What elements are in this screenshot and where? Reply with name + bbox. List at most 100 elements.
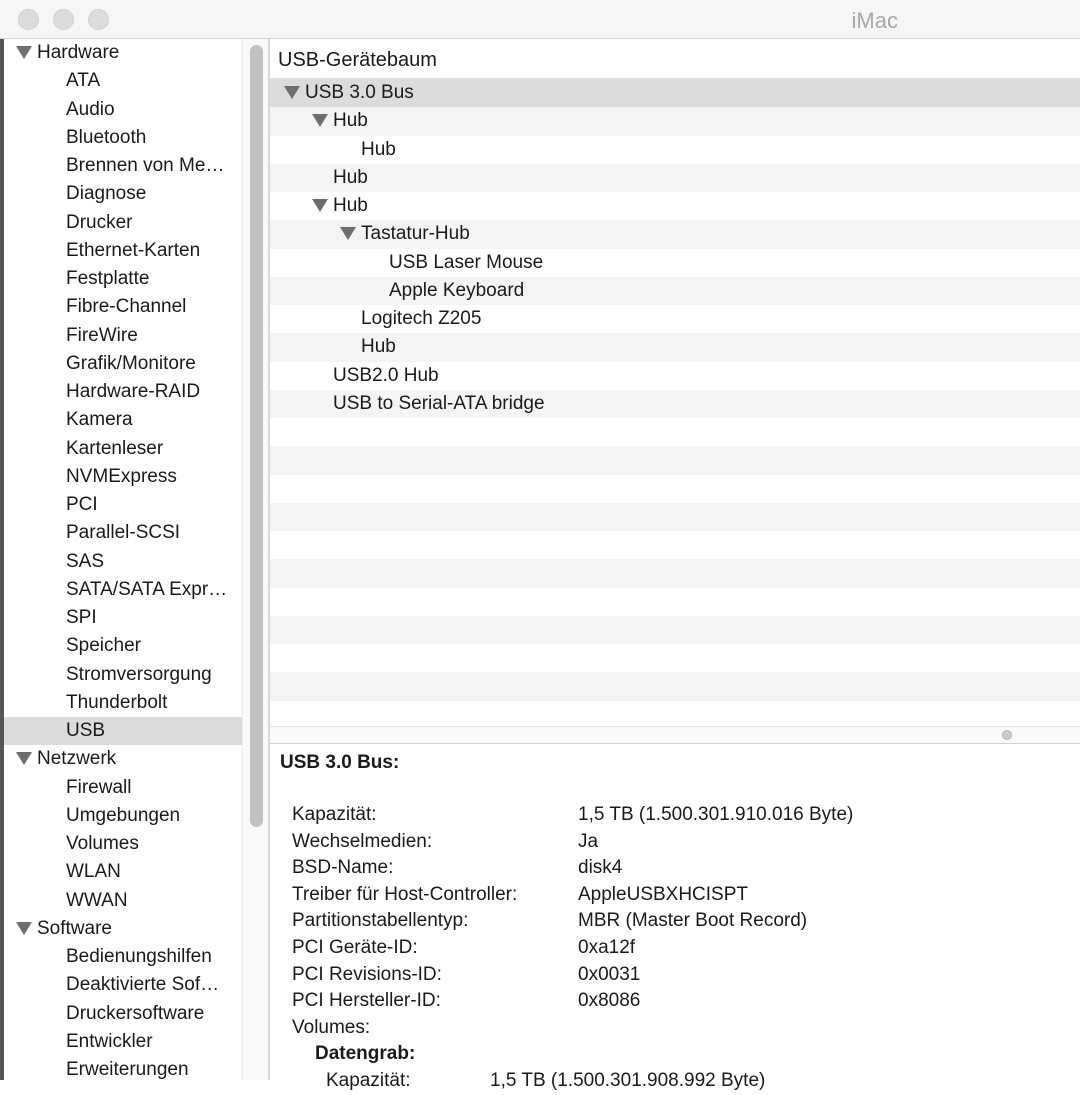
sidebar-item[interactable]: Drucker: [4, 209, 242, 237]
sidebar-item[interactable]: Kamera: [4, 406, 242, 434]
sidebar-item[interactable]: Speicher: [4, 632, 242, 660]
sidebar-item-label: Netzwerk: [37, 748, 117, 770]
sidebar-item[interactable]: Audio: [4, 96, 242, 124]
detail-property: Wechselmedien: Ja: [280, 829, 1080, 856]
sidebar-item[interactable]: Parallel-SCSI: [4, 519, 242, 547]
property-key: Kapazität:: [326, 1069, 411, 1091]
sidebar-item[interactable]: Bluetooth: [4, 124, 242, 152]
tree-header: USB-Gerätebaum: [270, 39, 1080, 79]
tree-empty-row: [270, 502, 1080, 531]
sidebar-item[interactable]: SAS: [4, 548, 242, 576]
sidebar-item[interactable]: ATA: [4, 67, 242, 95]
sidebar: Hardware ATA Audio Bluetooth Brennen von Me……: [4, 39, 242, 1080]
sidebar-item[interactable]: Ethernet-Karten: [4, 237, 242, 265]
tree-row[interactable]: Apple Keyboard: [270, 276, 1080, 305]
detail-property: PCI Revisions-ID: 0x0031: [280, 962, 1080, 989]
sidebar-item[interactable]: Volumes: [4, 830, 242, 858]
sidebar-item-label: Brennen von Me…: [66, 155, 225, 176]
disclosure-triangle-icon[interactable]: [16, 46, 32, 59]
tree-row[interactable]: Hub: [270, 192, 1080, 220]
tree-row[interactable]: Logitech Z205: [270, 305, 1080, 333]
sidebar-item[interactable]: Grafik/Monitore: [4, 350, 242, 378]
sidebar-item[interactable]: Deaktivierte Sof…: [4, 971, 242, 999]
sidebar-item[interactable]: Stromversorgung: [4, 661, 242, 689]
property-key: BSD-Name:: [292, 857, 394, 879]
tree-row-label: Hub: [333, 110, 368, 132]
sidebar-category[interactable]: Hardware: [4, 39, 242, 67]
sidebar-item-label: WLAN: [66, 861, 121, 883]
disclosure-triangle-icon[interactable]: [312, 199, 328, 212]
property-value: 0x8086: [578, 990, 641, 1012]
sidebar-item[interactable]: WLAN: [4, 858, 242, 886]
sidebar-item-label: SPI: [66, 607, 97, 628]
sidebar-item[interactable]: Umgebungen: [4, 802, 242, 830]
tree-empty-row: [270, 672, 1080, 701]
tree-row-label: Hub: [333, 195, 368, 216]
property-value: AppleUSBXHCISPT: [578, 883, 749, 905]
tree-empty-row: [270, 588, 1080, 616]
sidebar-item-label: Grafik/Monitore: [66, 352, 196, 374]
sidebar-item[interactable]: Fibre-Channel: [4, 293, 242, 321]
disclosure-triangle-icon[interactable]: [16, 921, 32, 935]
sidebar-item[interactable]: PCI: [4, 491, 242, 519]
zoom-button[interactable]: [88, 9, 109, 30]
tree-row[interactable]: USB 3.0 Bus: [270, 79, 1080, 108]
sidebar-item-label: Software: [37, 917, 112, 939]
sidebar-item[interactable]: Bedienungshilfen: [4, 943, 242, 971]
sidebar-item[interactable]: Entwickler: [4, 1028, 242, 1056]
disclosure-triangle-icon[interactable]: [284, 86, 300, 99]
sidebar-item[interactable]: Erweiterungen: [4, 1056, 242, 1080]
detail-pane: USB 3.0 Bus: Kapazität: 1,5 TB (1.500.301…: [270, 752, 1080, 1095]
sidebar-scrollbar[interactable]: [242, 39, 268, 1080]
volume-property: Kapazität: 1,5 TB (1.500.301.908.992 Byte…: [280, 1068, 1080, 1095]
disclosure-triangle-icon[interactable]: [340, 227, 356, 241]
splitter-handle[interactable]: [1002, 730, 1012, 740]
tree-row[interactable]: Hub: [270, 107, 1080, 136]
sidebar-item-label: Entwickler: [66, 1030, 153, 1052]
close-button[interactable]: [18, 9, 39, 30]
sidebar-category[interactable]: Software: [4, 915, 242, 943]
sidebar-item[interactable]: Festplatte: [4, 265, 242, 293]
sidebar-item-label: SAS: [66, 550, 105, 572]
sidebar-item-label: Audio: [66, 98, 115, 120]
sidebar-item[interactable]: FireWire: [4, 322, 242, 350]
sidebar-item[interactable]: Diagnose: [4, 180, 242, 208]
sidebar-item[interactable]: Thunderbolt: [4, 689, 242, 717]
tree-row[interactable]: Hub: [270, 163, 1080, 192]
sidebar-item[interactable]: SPI: [4, 604, 242, 632]
sidebar-item[interactable]: Firewall: [4, 774, 242, 802]
sidebar-item[interactable]: WWAN: [4, 887, 242, 915]
sidebar-item[interactable]: NVMExpress: [4, 463, 242, 491]
sidebar-item-label: Stromversorgung: [66, 663, 212, 685]
tree-row[interactable]: Tastatur-Hub: [270, 220, 1080, 249]
sidebar-item-label: Fibre-Channel: [66, 296, 187, 318]
property-value: Ja: [578, 830, 599, 852]
tree-row[interactable]: USB Laser Mouse: [270, 249, 1080, 277]
sidebar-item[interactable]: SATA/SATA Expr…: [4, 576, 242, 604]
tree-empty-row: [270, 644, 1080, 672]
tree-row-label: USB Laser Mouse: [389, 251, 544, 273]
pane-splitter[interactable]: [270, 726, 1080, 744]
sidebar-item-label: WWAN: [66, 889, 128, 911]
minimize-button[interactable]: [53, 9, 74, 30]
disclosure-triangle-icon[interactable]: [312, 114, 328, 128]
property-key: PCI Revisions-ID:: [292, 963, 442, 985]
tree-row[interactable]: USB2.0 Hub: [270, 362, 1080, 390]
disclosure-triangle-icon[interactable]: [16, 752, 32, 766]
scrollbar-thumb[interactable]: [250, 45, 263, 827]
sidebar-item[interactable]: Kartenleser: [4, 435, 242, 463]
sidebar-category[interactable]: Netzwerk: [4, 745, 242, 773]
tree-row[interactable]: Hub: [270, 136, 1080, 164]
detail-title: USB 3.0 Bus:: [280, 752, 400, 773]
window-title: iMac: [851, 8, 898, 33]
sidebar-item[interactable]: Brennen von Me…: [4, 152, 242, 180]
sidebar-item[interactable]: Hardware-RAID: [4, 378, 242, 406]
tree-row[interactable]: USB to Serial-ATA bridge: [270, 389, 1080, 418]
sidebar-item-label: Kartenleser: [66, 437, 164, 459]
sidebar-item[interactable]: Druckersoftware: [4, 1000, 242, 1028]
sidebar-item[interactable]: USB: [4, 717, 242, 746]
detail-property: BSD-Name: disk4: [280, 855, 1080, 882]
tree-row-label: Hub: [333, 166, 368, 188]
tree-row[interactable]: Hub: [270, 333, 1080, 362]
detail-property: Volumes:: [280, 1015, 1080, 1042]
